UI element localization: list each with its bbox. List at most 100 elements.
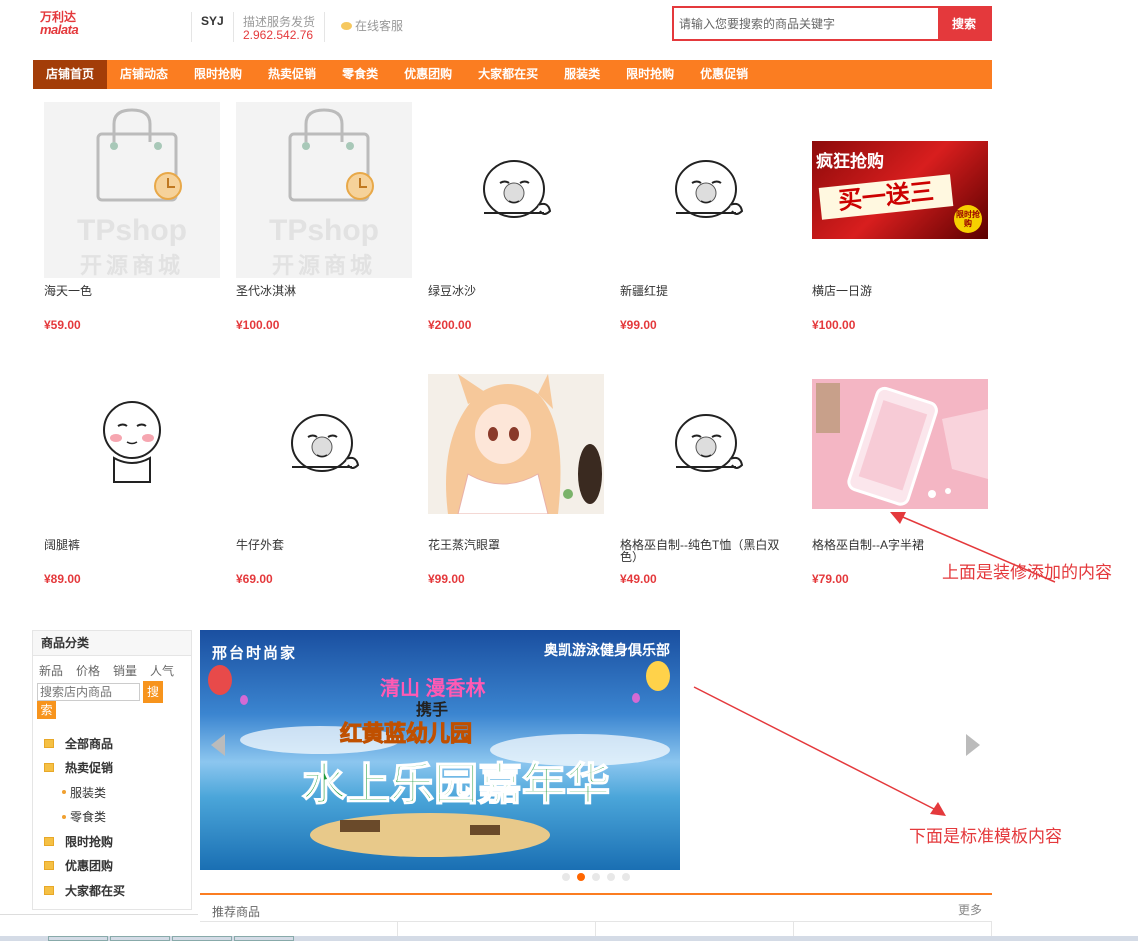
sort-price[interactable]: 价格 <box>76 662 100 679</box>
category-item-hot[interactable]: 热卖促销 <box>44 756 191 781</box>
nav-item-group-buy[interactable]: 优惠团购 <box>391 60 465 89</box>
product-name[interactable]: 阔腿裤 <box>44 539 220 551</box>
carousel-prev-arrow[interactable] <box>211 734 225 756</box>
nav-item-popular[interactable]: 大家都在买 <box>465 60 551 89</box>
product-image-anime[interactable] <box>428 356 604 532</box>
search-button[interactable]: 搜索 <box>938 8 990 39</box>
folder-icon <box>44 861 54 871</box>
shop-search-button[interactable]: 搜 <box>143 681 163 703</box>
placeholder-brand: TPshop <box>269 214 379 247</box>
carousel-dot[interactable] <box>607 873 615 881</box>
store-logo[interactable]: 万利达 malata <box>40 11 92 39</box>
category-item-group[interactable]: 优惠团购 <box>44 854 191 879</box>
carousel-dot[interactable] <box>562 873 570 881</box>
shop-search: 搜 索 <box>33 679 191 719</box>
product-card[interactable]: 牛仔外套 ¥69.00 <box>236 356 412 586</box>
product-image-meme-face[interactable] <box>236 356 412 532</box>
banner-carousel[interactable]: 邢台时尚家 奥凯游泳健身俱乐部 清山 漫香林 携手 红黄蓝幼儿园 水上乐园嘉年华 <box>200 630 680 870</box>
header-divider <box>191 12 192 42</box>
product-name[interactable]: 花王蒸汽眼罩 <box>428 539 604 551</box>
nav-item-flash-sale-2[interactable]: 限时抢购 <box>613 60 687 89</box>
category-label: 零食类 <box>70 810 107 825</box>
category-item-all[interactable]: 全部商品 <box>44 731 191 756</box>
category-label: 优惠团购 <box>65 859 114 874</box>
product-card[interactable]: TPshop 开源商城 圣代冰淇淋 ¥100.00 <box>236 102 412 332</box>
carousel-dots <box>562 873 630 881</box>
category-label: 限时抢购 <box>65 834 114 849</box>
online-service-link[interactable]: 在线客服 <box>341 17 403 34</box>
recommend-more-link[interactable]: 更多 <box>958 901 982 918</box>
shop-search-input[interactable] <box>37 683 140 701</box>
taskbar-item[interactable] <box>48 936 108 941</box>
sort-sales[interactable]: 销量 <box>113 662 137 679</box>
sort-popularity[interactable]: 人气 <box>150 662 174 679</box>
product-card[interactable]: 格格巫自制--纯色T恤（黑白双色） ¥49.00 <box>620 356 796 586</box>
product-name[interactable]: 格格巫自制--A字半裙 <box>812 539 988 551</box>
product-image-promo[interactable]: 疯狂抢购 买一送三 限时抢购 <box>812 102 988 278</box>
product-image-meme-blush[interactable] <box>44 356 220 532</box>
header-divider <box>324 12 325 42</box>
category-item-flash[interactable]: 限时抢购 <box>44 829 191 854</box>
product-card[interactable]: 阔腿裤 ¥89.00 <box>44 356 220 586</box>
product-name[interactable]: 圣代冰淇淋 <box>236 285 412 297</box>
nav-item-news[interactable]: 店铺动态 <box>107 60 181 89</box>
carousel-next-arrow[interactable] <box>966 734 980 756</box>
product-name[interactable]: 海天一色 <box>44 285 220 297</box>
nav-item-clothing[interactable]: 服装类 <box>551 60 613 89</box>
category-item-snacks[interactable]: 零食类 <box>44 805 191 830</box>
product-card[interactable]: 疯狂抢购 买一送三 限时抢购 横店一日游 ¥100.00 <box>812 102 988 332</box>
shop-search-button-wrap[interactable]: 索 <box>37 701 56 719</box>
recommend-title: 推荐商品 <box>212 905 261 919</box>
carousel-dot[interactable] <box>592 873 600 881</box>
online-service-label: 在线客服 <box>355 19 404 33</box>
carousel-dot[interactable] <box>622 873 630 881</box>
product-name[interactable]: 绿豆冰沙 <box>428 285 604 297</box>
taskbar-item[interactable] <box>172 936 232 941</box>
nav-item-hot-promo[interactable]: 热卖促销 <box>255 60 329 89</box>
product-image-placeholder[interactable]: TPshop 开源商城 <box>236 102 412 278</box>
product-name[interactable]: 新疆红提 <box>620 285 796 297</box>
category-label: 热卖促销 <box>65 761 114 776</box>
category-item-clothing[interactable]: 服装类 <box>44 780 191 805</box>
meme-face-image <box>675 414 744 472</box>
shop-name[interactable]: SYJ <box>201 14 224 28</box>
product-card[interactable]: 新疆红提 ¥99.00 <box>620 102 796 332</box>
rating-value: 2.962.542.76 <box>243 28 314 42</box>
product-price: ¥99.00 <box>428 572 465 586</box>
product-image-placeholder[interactable]: TPshop 开源商城 <box>44 102 220 278</box>
product-image-phone[interactable] <box>812 356 988 532</box>
nav-item-snacks[interactable]: 零食类 <box>329 60 391 89</box>
product-name[interactable]: 横店一日游 <box>812 285 988 297</box>
logo-en-text: malata <box>40 22 79 37</box>
folder-icon <box>44 836 54 846</box>
meme-face-image <box>291 414 360 472</box>
nav-item-home[interactable]: 店铺首页 <box>33 60 108 89</box>
annotation-top: 上面是装修添加的内容 <box>942 563 1112 582</box>
product-image-meme-face[interactable] <box>620 102 796 278</box>
placeholder-sub: 开源商城 <box>79 253 184 278</box>
product-card[interactable]: 绿豆冰沙 ¥200.00 <box>428 102 604 332</box>
carousel-dot-active[interactable] <box>577 873 585 881</box>
nav-item-flash-sale[interactable]: 限时抢购 <box>181 60 255 89</box>
taskbar-item[interactable] <box>110 936 170 941</box>
product-price: ¥100.00 <box>236 318 280 332</box>
sort-new[interactable]: 新品 <box>39 662 63 679</box>
nav-item-discount[interactable]: 优惠促销 <box>687 60 761 89</box>
banner-top-right: 奥凯游泳健身俱乐部 <box>544 642 670 658</box>
product-image-meme-face[interactable] <box>620 356 796 532</box>
product-card[interactable]: 花王蒸汽眼罩 ¥99.00 <box>428 356 604 586</box>
product-image-meme-face[interactable] <box>428 102 604 278</box>
product-price: ¥59.00 <box>44 318 81 332</box>
search-input[interactable] <box>674 8 938 39</box>
category-item-popular[interactable]: 大家都在买 <box>44 878 191 903</box>
product-card[interactable]: 格格巫自制--A字半裙 ¥79.00 <box>812 356 988 586</box>
banner-line3: 红黄蓝幼儿园 <box>339 721 473 747</box>
product-price: ¥69.00 <box>236 572 273 586</box>
placeholder-sub: 开源商城 <box>271 253 376 278</box>
taskbar-item[interactable] <box>234 936 294 941</box>
product-name[interactable]: 牛仔外套 <box>236 539 412 551</box>
category-label: 全部商品 <box>65 736 114 751</box>
product-card[interactable]: TPshop 开源商城 海天一色 ¥59.00 <box>44 102 220 332</box>
product-name[interactable]: 格格巫自制--纯色T恤（黑白双色） <box>620 539 796 563</box>
category-label: 服装类 <box>70 785 107 800</box>
